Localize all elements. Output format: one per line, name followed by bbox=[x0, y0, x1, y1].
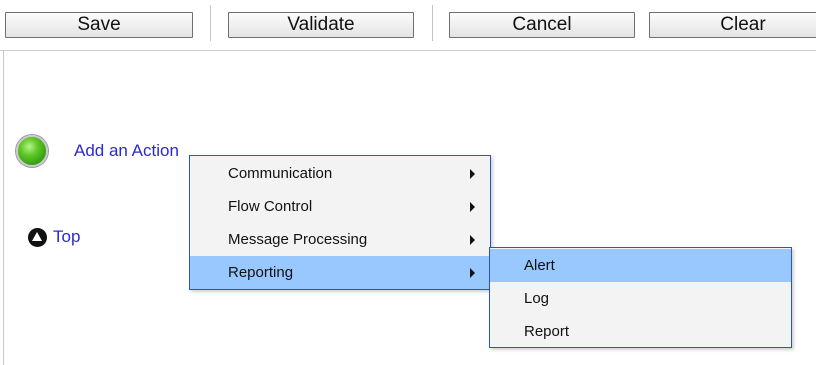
reporting-submenu: Alert Log Report bbox=[489, 247, 792, 348]
menu-item-label: Message Processing bbox=[228, 231, 368, 248]
toolbar: Save Validate Cancel Clear bbox=[0, 0, 816, 51]
menu-item-communication[interactable]: Communication bbox=[190, 157, 490, 190]
submenu-item-label: Log bbox=[524, 290, 550, 307]
panel-left-border bbox=[3, 0, 4, 365]
submenu-item-report[interactable]: Report bbox=[490, 315, 791, 348]
menu-item-label: Flow Control bbox=[228, 198, 313, 215]
submenu-item-alert[interactable]: Alert bbox=[490, 249, 791, 282]
editor-panel: Save Validate Cancel Clear Add an Action… bbox=[0, 0, 816, 365]
submenu-arrow-icon bbox=[470, 169, 475, 179]
status-indicator-icon bbox=[16, 135, 48, 167]
action-context-menu: Communication Flow Control Message Proce… bbox=[189, 155, 491, 290]
save-button[interactable]: Save bbox=[5, 12, 193, 38]
cancel-button[interactable]: Cancel bbox=[449, 12, 635, 38]
top-link-label: Top bbox=[53, 227, 81, 246]
submenu-item-label: Report bbox=[524, 323, 570, 340]
add-action-link[interactable]: Add an Action bbox=[74, 141, 179, 161]
menu-item-label: Communication bbox=[228, 165, 333, 182]
submenu-item-log[interactable]: Log bbox=[490, 282, 791, 315]
menu-item-label: Reporting bbox=[228, 264, 294, 281]
submenu-arrow-icon bbox=[470, 235, 475, 245]
menu-item-flow-control[interactable]: Flow Control bbox=[190, 190, 490, 223]
top-link[interactable]: Top bbox=[28, 227, 80, 247]
submenu-item-label: Alert bbox=[524, 257, 555, 274]
submenu-arrow-icon bbox=[470, 268, 475, 278]
menu-item-reporting[interactable]: Reporting bbox=[190, 256, 490, 289]
validate-button[interactable]: Validate bbox=[228, 12, 414, 38]
menu-item-message-processing[interactable]: Message Processing bbox=[190, 223, 490, 256]
submenu-arrow-icon bbox=[470, 202, 475, 212]
toolbar-separator bbox=[210, 5, 211, 41]
arrow-up-circle-icon bbox=[28, 227, 47, 247]
toolbar-separator bbox=[432, 5, 433, 41]
clear-button[interactable]: Clear bbox=[649, 12, 816, 38]
